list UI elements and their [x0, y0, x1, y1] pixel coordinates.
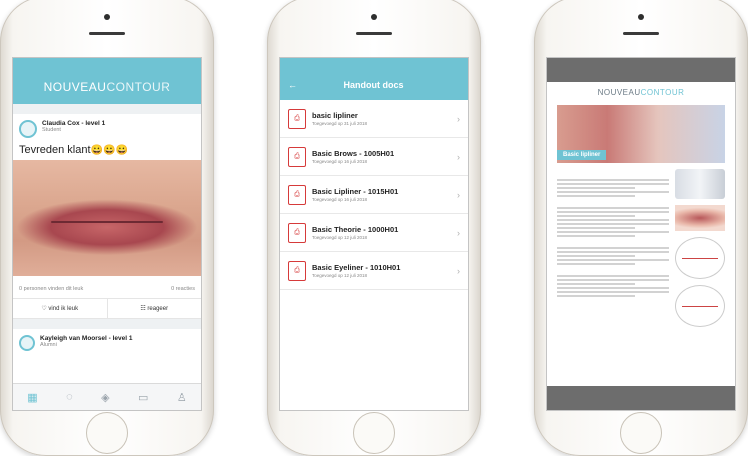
document-name: Basic Theorie - 1000H01 [312, 225, 399, 234]
document-name: basic lipliner [312, 111, 358, 120]
pdf-icon: ⎙ [288, 108, 306, 129]
document-banner: Basic lipliner [557, 150, 607, 160]
home-button[interactable] [620, 412, 662, 454]
phone-pdf-viewer: NOUVEAUCONTOUR Basic lipliner [534, 0, 748, 456]
document-date: Toegevoegd op 12 juli 2018 [312, 273, 368, 278]
layers-icon[interactable]: ◈ [101, 391, 109, 404]
pdf-page[interactable]: NOUVEAUCONTOUR Basic lipliner [547, 82, 735, 386]
document-row[interactable]: ⎙ Basic Theorie - 1000H01 Toegevoegd op 12… [280, 214, 468, 252]
document-images [675, 169, 725, 333]
status-bar [13, 58, 201, 70]
viewer-footer [547, 386, 735, 410]
chevron-right-icon: › [457, 113, 460, 124]
earpiece-speaker [89, 32, 125, 35]
chat-icon[interactable]: ◌ [66, 391, 73, 403]
feed-spacer [13, 319, 201, 329]
post-author[interactable]: Kayleigh van Moorsel - level 1 [40, 335, 132, 342]
pdf-icon: ⎙ [288, 222, 306, 243]
chevron-right-icon: › [457, 227, 460, 238]
document-row[interactable]: ⎙ Basic Eyeliner - 1010H01 Toegevoegd op 1… [280, 252, 468, 290]
pdf-icon: ⎙ [288, 260, 306, 281]
app-header: ← Handout docs [280, 58, 468, 100]
avatar[interactable] [19, 335, 35, 351]
post-author-role: Student [42, 127, 61, 133]
brand-logo: NOUVEAU CONTOUR [43, 80, 171, 94]
back-arrow-icon[interactable]: ← [288, 80, 297, 90]
hero-image: Basic lipliner [557, 105, 725, 163]
post-stats: 0 personen vinden dit leuk 0 reacties [13, 276, 201, 298]
front-camera [371, 14, 377, 20]
profile-icon[interactable]: ♙ [177, 391, 187, 404]
document-date: Toegevoegd op 31 juli 2018 [312, 121, 368, 126]
document-row[interactable]: ⎙ basic lipliner Toegevoegd op 31 juli 201… [280, 100, 468, 138]
post-photo[interactable] [13, 160, 201, 276]
home-icon[interactable]: ▦ [27, 391, 37, 404]
page-title: Handout docs [343, 80, 404, 90]
post-actions: ♡ vind ik leuk ☷ reageer [13, 298, 201, 319]
document-date: Toegevoegd op 16 juli 2018 [312, 159, 368, 164]
document-row[interactable]: ⎙ Basic Lipliner - 1015H01 Toegevoegd op 1… [280, 176, 468, 214]
post-author[interactable]: Claudia Cox - level 1 [42, 120, 105, 127]
phone-handouts: ← Handout docs ⎙ basic lipliner Toegevoegd… [267, 0, 481, 456]
tab-bar: ▦ ◌ ◈ ▭ ♙ [13, 383, 201, 410]
document-text [557, 169, 669, 333]
logo-subtitle [557, 97, 725, 101]
document-date: Toegevoegd op 12 juli 2018 [312, 235, 368, 240]
chevron-right-icon: › [457, 189, 460, 200]
handouts-screen: ← Handout docs ⎙ basic lipliner Toegevoegd… [280, 58, 468, 410]
nav-bar: ← Handout docs [280, 70, 468, 100]
pdf-icon: ⎙ [288, 146, 306, 167]
pdf-screen: NOUVEAUCONTOUR Basic lipliner [547, 58, 735, 410]
section-heading [557, 268, 669, 273]
front-camera [638, 14, 644, 20]
section-heading [557, 200, 669, 205]
post-text: Tevreden klant😀😀😀 [19, 144, 128, 156]
document-row[interactable]: ⎙ Basic Brows - 1005H01 Toegevoegd op 16 j… [280, 138, 468, 176]
document-date: Toegevoegd op 16 juli 2018 [312, 197, 368, 202]
reactions-count[interactable]: 0 reacties [171, 286, 195, 292]
earpiece-speaker [356, 32, 392, 35]
lip-diagram [675, 285, 725, 327]
earpiece-speaker [623, 32, 659, 35]
reply-button[interactable]: ☷ reageer [106, 299, 202, 318]
archive-icon[interactable]: ▭ [138, 391, 148, 404]
status-bar [280, 58, 468, 70]
phone-feed: NOUVEAU CONTOUR Claudia Cox - level 1 Stu… [0, 0, 214, 456]
likes-count[interactable]: 0 personen vinden dit leuk [19, 286, 83, 292]
document-list: ⎙ basic lipliner Toegevoegd op 31 juli 201… [280, 100, 468, 290]
smile-emoji-icon: 😀😀😀 [90, 145, 128, 156]
feed-spacer [13, 104, 201, 114]
home-button[interactable] [353, 412, 395, 454]
post-header: Claudia Cox - level 1 Student [13, 114, 201, 142]
like-button[interactable]: ♡ vind ik leuk [13, 299, 107, 318]
app-header: NOUVEAU CONTOUR [13, 58, 201, 104]
document-name: Basic Eyeliner - 1010H01 [312, 263, 401, 272]
lips-image [675, 205, 725, 231]
lip-line [51, 221, 163, 223]
front-camera [104, 14, 110, 20]
lip-diagram [675, 237, 725, 279]
home-button[interactable] [86, 412, 128, 454]
section-heading [557, 240, 669, 245]
document-name: Basic Lipliner - 1015H01 [312, 187, 399, 196]
document-name: Basic Brows - 1005H01 [312, 149, 395, 158]
avatar[interactable] [19, 120, 37, 138]
document-logo: NOUVEAUCONTOUR [597, 88, 685, 97]
document-body [557, 169, 725, 333]
feed-screen: NOUVEAU CONTOUR Claudia Cox - level 1 Stu… [13, 58, 201, 410]
post-author-role: Alumni [40, 342, 57, 348]
pdf-icon: ⎙ [288, 184, 306, 205]
chevron-right-icon: › [457, 151, 460, 162]
section-heading [557, 172, 669, 177]
chevron-right-icon: › [457, 265, 460, 276]
viewer-toolbar [547, 58, 735, 82]
post-header: Kayleigh van Moorsel - level 1 Alumni [13, 329, 201, 355]
product-image [675, 169, 725, 199]
